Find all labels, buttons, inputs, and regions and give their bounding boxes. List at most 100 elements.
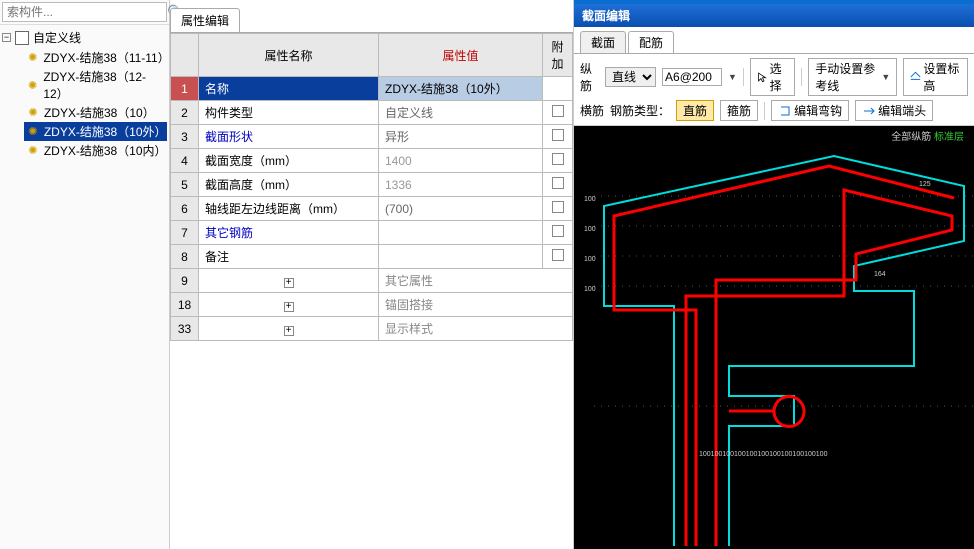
prop-name: 备注 — [199, 245, 379, 269]
tree-item[interactable]: ✺ ZDYX-结施38（12-12） — [24, 67, 167, 103]
prop-extra[interactable] — [543, 149, 573, 173]
col-name: 属性名称 — [199, 34, 379, 77]
search-input[interactable] — [2, 2, 167, 22]
straight-rebar-button[interactable]: 直筋 — [676, 100, 714, 121]
toolbar-row-2: 横筋 钢筋类型： 直筋 箍筋 编辑弯钩 编辑端头 — [580, 100, 968, 121]
row-num: 1 — [171, 77, 199, 101]
tree-item-selected[interactable]: ✺ ZDYX-结施38（10外） — [24, 122, 167, 141]
prop-name: 截面高度（mm） — [199, 173, 379, 197]
section-editor-tabs: 截面 配筋 — [574, 27, 974, 54]
prop-extra[interactable] — [543, 245, 573, 269]
prop-group-row[interactable]: 9 + 其它属性 — [171, 269, 573, 293]
svg-text:164: 164 — [874, 271, 886, 278]
plus-icon: + — [284, 326, 294, 336]
chevron-down-icon[interactable]: ▼ — [728, 72, 737, 82]
prop-row[interactable]: 3 截面形状 异形 — [171, 125, 573, 149]
input-rebar-spec[interactable] — [662, 68, 722, 86]
set-elevation-button[interactable]: 设置标高 — [903, 58, 968, 96]
row-num: 6 — [171, 197, 199, 221]
tree-item[interactable]: ✺ ZDYX-结施38（10） — [24, 103, 167, 122]
prop-value[interactable] — [379, 221, 543, 245]
tab-rebar[interactable]: 配筋 — [628, 31, 674, 53]
prop-value[interactable]: 异形 — [379, 125, 543, 149]
prop-value[interactable]: (700) — [379, 197, 543, 221]
stirrup-button[interactable]: 箍筋 — [720, 100, 758, 121]
edit-end-button[interactable]: 编辑端头 — [855, 100, 933, 121]
prop-row[interactable]: 1 名称 ZDYX-结施38（10外） — [171, 77, 573, 101]
tab-property-edit[interactable]: 属性编辑 — [170, 8, 240, 32]
component-tree: − 自定义线 ✺ ZDYX-结施38（11-11） ✺ ZDYX-结施38（12… — [0, 25, 169, 549]
set-elevation-label: 设置标高 — [923, 60, 961, 94]
expand-cell[interactable]: + — [199, 317, 379, 341]
tab-section[interactable]: 截面 — [580, 31, 626, 53]
tree-item-label: ZDYX-结施38（10） — [44, 104, 155, 121]
prop-row[interactable]: 4 截面宽度（mm） 1400 — [171, 149, 573, 173]
gear-icon: ✺ — [26, 78, 39, 92]
svg-text:100: 100 — [584, 256, 596, 263]
label-longitudinal: 纵筋 — [580, 60, 599, 94]
document-icon — [15, 31, 29, 45]
search-bar: 🔍 — [0, 0, 169, 25]
prop-extra[interactable] — [543, 221, 573, 245]
property-table: 属性名称 属性值 附加 1 名称 ZDYX-结施38（10外） 2 构件类型 自… — [170, 33, 573, 341]
separator — [764, 102, 765, 120]
prop-row[interactable]: 6 轴线距左边线距离（mm） (700) — [171, 197, 573, 221]
prop-extra[interactable] — [543, 125, 573, 149]
prop-group-label: 其它属性 — [379, 269, 573, 293]
manual-refline-button[interactable]: 手动设置参考线 ▼ — [808, 58, 897, 96]
collapse-icon[interactable]: − — [2, 33, 11, 42]
end-icon — [862, 104, 876, 118]
label-transverse: 横筋 — [580, 102, 604, 119]
canvas-header-label: 全部纵筋 标准层 — [891, 128, 964, 143]
svg-text:100100100100100100100100100100: 100100100100100100100100100100100 — [699, 451, 828, 458]
expand-cell[interactable]: + — [199, 293, 379, 317]
prop-value[interactable]: 1336 — [379, 173, 543, 197]
row-num: 3 — [171, 125, 199, 149]
section-canvas[interactable]: 全部纵筋 标准层 100 — [574, 126, 974, 549]
tree-item[interactable]: ✺ ZDYX-结施38（10内） — [24, 141, 167, 160]
row-num: 5 — [171, 173, 199, 197]
prop-value[interactable]: 1400 — [379, 149, 543, 173]
toolbar-row-1: 纵筋 直线 ▼ 选择 手动设置参考线 ▼ 设置标高 — [580, 58, 968, 96]
row-num: 9 — [171, 269, 199, 293]
col-extra: 附加 — [543, 34, 573, 77]
tree-item[interactable]: ✺ ZDYX-结施38（11-11） — [24, 48, 167, 67]
tree-root[interactable]: − 自定义线 — [2, 29, 167, 46]
prop-row[interactable]: 2 构件类型 自定义线 — [171, 101, 573, 125]
prop-value[interactable]: 自定义线 — [379, 101, 543, 125]
select-line-type[interactable]: 直线 — [605, 67, 656, 87]
select-button[interactable]: 选择 — [750, 58, 796, 96]
row-num: 33 — [171, 317, 199, 341]
prop-extra[interactable] — [543, 101, 573, 125]
manual-refline-label: 手动设置参考线 — [815, 60, 879, 94]
row-num: 2 — [171, 101, 199, 125]
prop-extra[interactable] — [543, 173, 573, 197]
gear-icon: ✺ — [26, 51, 39, 65]
prop-group-row[interactable]: 33 + 显示样式 — [171, 317, 573, 341]
plus-icon: + — [284, 278, 294, 288]
prop-name: 截面形状 — [199, 125, 379, 149]
canvas-label-layer: 标准层 — [934, 132, 964, 143]
section-editor-panel: 截面编辑 截面 配筋 纵筋 直线 ▼ 选择 手动设置参考线 ▼ 设置标高 横 — [574, 0, 974, 549]
svg-text:100: 100 — [584, 226, 596, 233]
separator — [801, 68, 802, 86]
svg-text:100: 100 — [584, 196, 596, 203]
row-num: 7 — [171, 221, 199, 245]
component-tree-panel: 🔍 − 自定义线 ✺ ZDYX-结施38（11-11） ✺ ZDYX-结施38（… — [0, 0, 170, 549]
prop-group-row[interactable]: 18 + 锚固搭接 — [171, 293, 573, 317]
prop-name: 轴线距左边线距离（mm） — [199, 197, 379, 221]
prop-row[interactable]: 8 备注 — [171, 245, 573, 269]
gear-icon: ✺ — [26, 144, 40, 158]
prop-extra[interactable] — [543, 197, 573, 221]
prop-row[interactable]: 5 截面高度（mm） 1336 — [171, 173, 573, 197]
select-button-label: 选择 — [770, 60, 789, 94]
row-num: 4 — [171, 149, 199, 173]
expand-cell[interactable]: + — [199, 269, 379, 293]
col-value: 属性值 — [379, 34, 543, 77]
section-drawing: 100 100 100 100 100100100100100100100100… — [574, 126, 974, 549]
prop-row[interactable]: 7 其它钢筋 — [171, 221, 573, 245]
edit-hook-button[interactable]: 编辑弯钩 — [771, 100, 849, 121]
prop-value[interactable] — [379, 245, 543, 269]
section-editor-title: 截面编辑 — [574, 4, 974, 27]
prop-value[interactable]: ZDYX-结施38（10外） — [379, 77, 543, 101]
